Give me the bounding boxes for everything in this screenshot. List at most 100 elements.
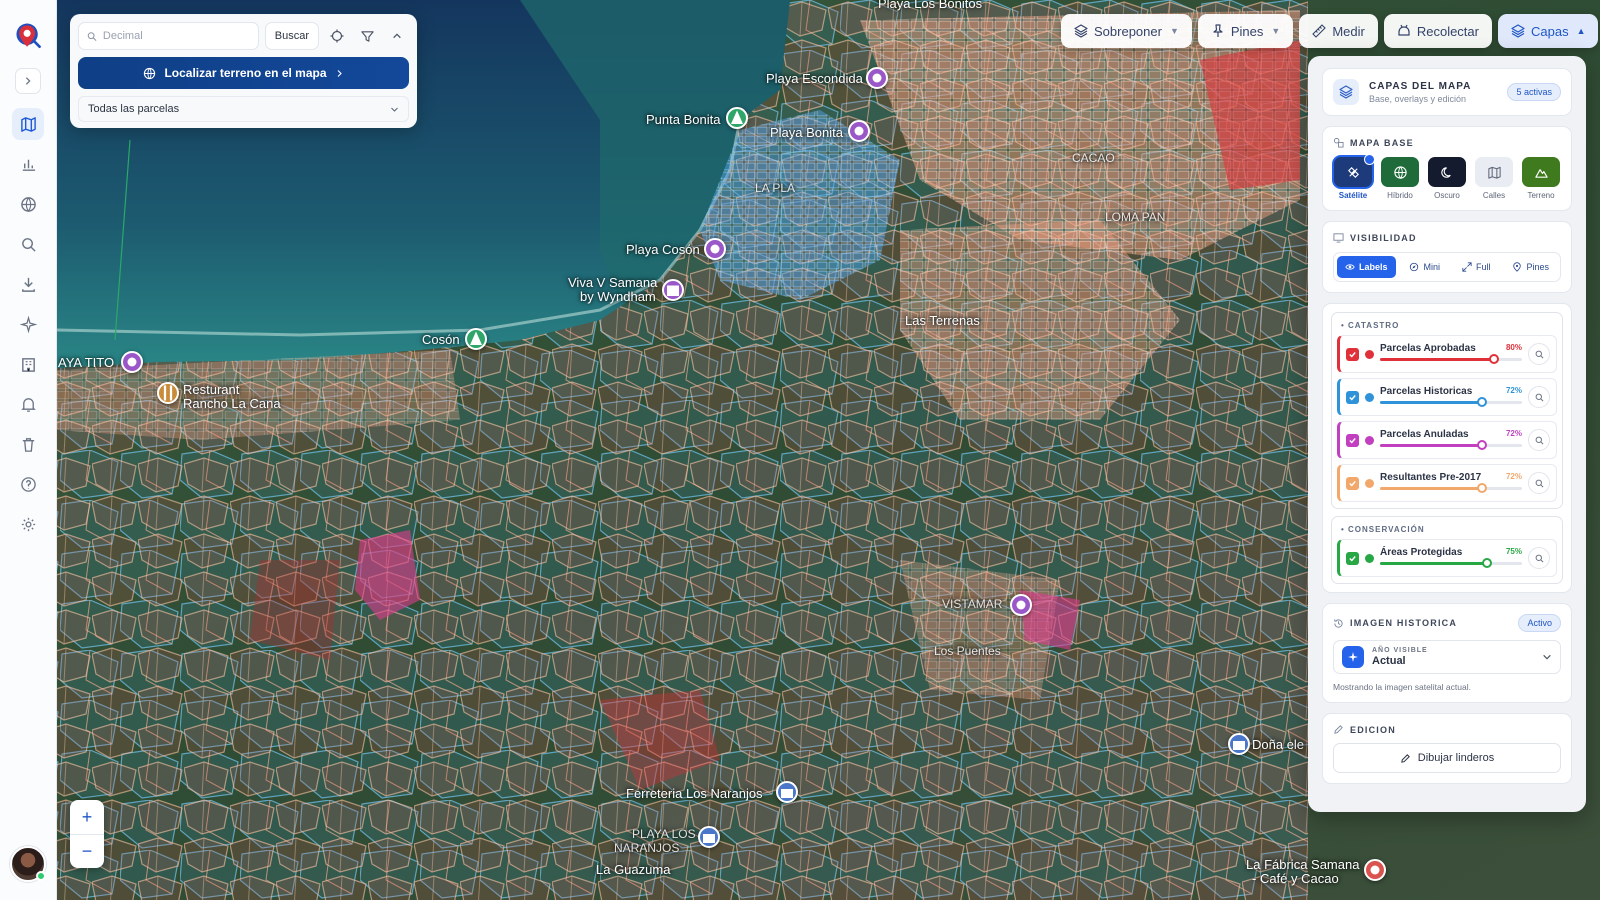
sidebar-item-search[interactable]: [12, 228, 44, 260]
overlay-layer-row[interactable]: Parcelas Aprobadas 80%: [1337, 335, 1557, 373]
shop-pin-icon[interactable]: [1228, 733, 1250, 755]
sidebar-item-notifications[interactable]: [12, 388, 44, 420]
layer-search-button[interactable]: [1528, 547, 1550, 569]
slider-handle[interactable]: [1477, 483, 1488, 493]
download-icon: [21, 277, 35, 292]
beach-pin-icon[interactable]: [848, 120, 870, 142]
map-label-coson: Cosón: [422, 332, 460, 347]
beach-pin-icon[interactable]: [121, 351, 143, 373]
user-avatar[interactable]: [10, 846, 46, 882]
base-map-satellite[interactable]: Satélite: [1333, 154, 1375, 200]
map-label-dona-elena: Doña ele: [1252, 737, 1305, 752]
layer-opacity-slider[interactable]: [1380, 440, 1522, 450]
sidebar-item-help[interactable]: [12, 468, 44, 500]
expand-sidebar-button[interactable]: [15, 68, 41, 94]
expand-icon: [1462, 262, 1472, 272]
locate-terrain-button[interactable]: Localizar terreno en el mapa: [78, 57, 409, 89]
sidebar-item-trash[interactable]: [12, 428, 44, 460]
search-icon: [1535, 554, 1543, 562]
sidebar-item-globe[interactable]: [12, 188, 44, 220]
visible-year-select[interactable]: AÑO VISIBLE Actual: [1333, 640, 1561, 674]
measure-button[interactable]: Medir: [1299, 14, 1378, 48]
layer-color-dot: [1365, 478, 1374, 488]
map-label-las-terrenas: Las Terrenas: [905, 313, 980, 328]
layer-checkbox[interactable]: [1346, 551, 1359, 565]
pencil-icon: [1400, 753, 1410, 763]
edit-section: EDICION Dibujar linderos: [1322, 713, 1572, 784]
overlay-layer-row[interactable]: Resultantes Pre-2017 72%: [1337, 464, 1557, 502]
search-field[interactable]: [78, 22, 259, 50]
cafe-pin-icon[interactable]: [1364, 859, 1386, 881]
zoom-out-button[interactable]: −: [70, 834, 104, 868]
overlay-layer-row[interactable]: Áreas Protegidas 75%: [1337, 539, 1557, 577]
overlay-layer-row[interactable]: Parcelas Anuladas 72%: [1337, 421, 1557, 459]
pins-button[interactable]: Pines ▼: [1197, 14, 1294, 48]
beach-pin-icon[interactable]: [866, 67, 888, 89]
layer-opacity-slider[interactable]: [1380, 483, 1522, 493]
filter-button[interactable]: [355, 22, 379, 50]
shop-pin-icon[interactable]: [698, 826, 720, 848]
visibility-pins-toggle[interactable]: Pines: [1504, 256, 1557, 278]
monitor-icon: [1333, 233, 1344, 243]
layer-color-dot: [1365, 349, 1374, 359]
base-map-hybrid[interactable]: Híbrido: [1380, 157, 1420, 200]
map-label-playa-tito: AYA TITO: [58, 355, 115, 370]
visibility-mini-toggle[interactable]: Mini: [1401, 256, 1448, 278]
visibility-labels-toggle[interactable]: Labels: [1337, 256, 1396, 278]
layer-checkbox[interactable]: [1346, 433, 1359, 447]
base-map-dark[interactable]: Oscuro: [1427, 157, 1467, 200]
search-input[interactable]: [102, 30, 250, 42]
draw-boundaries-label: Dibujar linderos: [1417, 752, 1495, 764]
sidebar-item-stats[interactable]: [12, 148, 44, 180]
collapse-panel-button[interactable]: [385, 22, 409, 50]
sidebar-item-ai[interactable]: [12, 308, 44, 340]
layer-search-button[interactable]: [1528, 386, 1550, 408]
search-button[interactable]: Buscar: [264, 22, 319, 50]
overlay-layer-row[interactable]: Parcelas Historicas 72%: [1337, 378, 1557, 416]
app-logo-icon[interactable]: [10, 18, 46, 54]
layer-opacity-value: 72%: [1505, 429, 1522, 438]
sidebar-item-download[interactable]: [12, 268, 44, 300]
visibility-full-toggle[interactable]: Full: [1454, 256, 1499, 278]
zoom-in-button[interactable]: +: [70, 800, 104, 834]
layer-opacity-slider[interactable]: [1380, 397, 1522, 407]
map-label-los-puentes: Los Puentes: [934, 644, 1001, 658]
shop-pin-icon[interactable]: [776, 781, 798, 803]
layer-checkbox[interactable]: [1346, 476, 1359, 490]
base-map-terrain[interactable]: Terreno: [1521, 157, 1561, 200]
base-map-label: Calles: [1482, 191, 1506, 200]
slider-handle[interactable]: [1477, 397, 1488, 407]
draw-boundaries-button[interactable]: Dibujar linderos: [1333, 743, 1561, 773]
slider-handle[interactable]: [1481, 558, 1492, 568]
layer-checkbox[interactable]: [1346, 390, 1359, 404]
sidebar-item-map[interactable]: [12, 108, 44, 140]
layer-search-button[interactable]: [1528, 472, 1550, 494]
park-pin-icon[interactable]: [726, 107, 748, 129]
slider-handle[interactable]: [1488, 354, 1499, 364]
locate-me-button[interactable]: [325, 22, 349, 50]
sidebar-item-settings[interactable]: [12, 508, 44, 540]
measure-label: Medir: [1332, 23, 1365, 39]
slider-handle[interactable]: [1477, 440, 1488, 450]
hotel-pin-icon[interactable]: [662, 279, 684, 301]
satellite-icon: [1334, 154, 1375, 187]
layer-color-dot: [1365, 553, 1374, 563]
layers-button[interactable]: Capas ▲: [1497, 14, 1599, 48]
beach-pin-icon[interactable]: [704, 238, 726, 260]
base-map-streets[interactable]: Calles: [1474, 157, 1514, 200]
layer-opacity-slider[interactable]: [1380, 354, 1522, 364]
layer-checkbox[interactable]: [1346, 347, 1359, 361]
layer-search-button[interactable]: [1528, 429, 1550, 451]
layer-search-button[interactable]: [1528, 343, 1550, 365]
parcel-filter-select[interactable]: Todas las parcelas: [78, 96, 409, 122]
sidebar-item-buildings[interactable]: [12, 348, 44, 380]
park-pin-icon[interactable]: [465, 328, 487, 350]
beach-pin-icon[interactable]: [1010, 594, 1032, 616]
overlay-button[interactable]: Sobreponer ▼: [1061, 14, 1192, 48]
conservation-group: • CONSERVACIÓN Áreas Protegidas 75%: [1331, 516, 1563, 584]
layer-opacity-slider[interactable]: [1380, 558, 1522, 568]
collect-button[interactable]: Recolectar: [1383, 14, 1492, 48]
layers-panel-title: CAPAS DEL MAPA: [1369, 80, 1472, 92]
restaurant-pin-icon[interactable]: [157, 382, 179, 404]
slider-fill: [1380, 444, 1483, 447]
